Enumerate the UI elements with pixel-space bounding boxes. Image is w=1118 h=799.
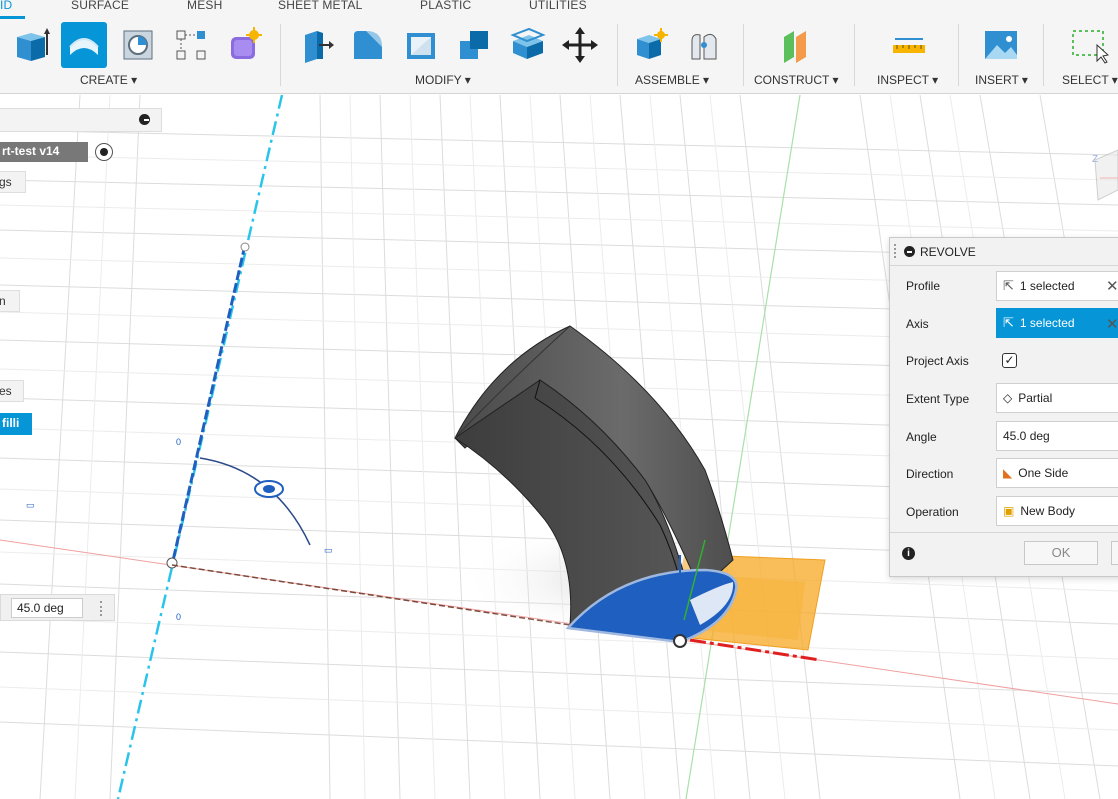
svg-text:Z: Z bbox=[1092, 154, 1098, 165]
offset-face-icon[interactable] bbox=[504, 22, 550, 68]
angle-label: Angle bbox=[906, 430, 937, 444]
one-side-icon: ◣ bbox=[1003, 466, 1013, 480]
inspect-menu[interactable]: INSPECT ▾ bbox=[877, 73, 938, 87]
assemble-menu[interactable]: ASSEMBLE ▾ bbox=[635, 73, 709, 87]
revolve-icon[interactable] bbox=[61, 22, 107, 68]
profile-selection[interactable]: ⇱ 1 selected bbox=[996, 271, 1118, 301]
joint-icon[interactable] bbox=[681, 22, 727, 68]
svg-text:▭: ▭ bbox=[26, 500, 35, 510]
tab-plastic[interactable]: PLASTIC bbox=[420, 0, 471, 12]
clear-axis-icon[interactable]: ✕ bbox=[1106, 315, 1118, 333]
separator bbox=[617, 24, 618, 86]
partial-icon: ◇ bbox=[1003, 391, 1013, 405]
dialog-header[interactable]: REVOLVE bbox=[890, 238, 1118, 266]
project-axis-checkbox[interactable]: ✓ bbox=[1002, 353, 1017, 368]
insert-menu[interactable]: INSERT ▾ bbox=[975, 73, 1028, 87]
svg-text:0: 0 bbox=[176, 612, 181, 622]
workspace-tabs: ID SURFACE MESH SHEET METAL PLASTIC UTIL… bbox=[0, 0, 1118, 19]
z-axis-line bbox=[116, 95, 284, 799]
new-body-icon: ▣ bbox=[1003, 504, 1015, 518]
y-axis-line bbox=[685, 95, 801, 799]
separator bbox=[1043, 24, 1044, 86]
shell-icon[interactable] bbox=[398, 22, 444, 68]
angle-input[interactable]: 45.0 deg bbox=[996, 421, 1118, 451]
measure-icon[interactable] bbox=[886, 22, 932, 68]
activate-radio-icon[interactable] bbox=[95, 143, 113, 161]
combine-icon[interactable] bbox=[451, 22, 497, 68]
select-icon[interactable] bbox=[1066, 22, 1112, 68]
cursor-arrow-icon: ⇱ bbox=[1003, 278, 1014, 293]
select-menu[interactable]: SELECT ▾ bbox=[1062, 73, 1118, 87]
extent-type-label: Extent Type bbox=[906, 392, 970, 406]
more-options-icon[interactable] bbox=[100, 601, 103, 616]
angle-overlay: 45.0 deg bbox=[0, 594, 115, 621]
view-cube: Z bbox=[1092, 149, 1118, 201]
origin-point bbox=[166, 557, 178, 569]
extent-type-dropdown[interactable]: ◇ Partial bbox=[996, 383, 1118, 413]
clear-profile-icon[interactable]: ✕ bbox=[1106, 277, 1118, 295]
modify-menu[interactable]: MODIFY ▾ bbox=[415, 73, 471, 87]
profile-origin bbox=[673, 634, 687, 648]
ok-button[interactable]: OK bbox=[1024, 541, 1098, 565]
fillet-icon[interactable] bbox=[345, 22, 391, 68]
angle-arc bbox=[199, 457, 311, 546]
axis-selection[interactable]: ⇱ 1 selected bbox=[996, 308, 1118, 338]
toolbar: ID SURFACE MESH SHEET METAL PLASTIC UTIL… bbox=[0, 0, 1118, 94]
revolve-dialog: REVOLVE Profile ⇱ 1 selected ✕ Axis ⇱ 1 … bbox=[889, 237, 1118, 577]
cursor-arrow-icon: ⇱ bbox=[1003, 315, 1014, 330]
move-icon[interactable] bbox=[557, 22, 603, 68]
svg-text:0: 0 bbox=[176, 437, 181, 447]
press-pull-icon[interactable] bbox=[292, 22, 338, 68]
separator bbox=[854, 24, 855, 86]
direction-label: Direction bbox=[906, 467, 954, 481]
create-menu[interactable]: CREATE ▾ bbox=[80, 73, 137, 87]
cancel-button[interactable] bbox=[1111, 541, 1118, 565]
operation-label: Operation bbox=[906, 505, 959, 519]
tab-utilities[interactable]: UTILITIES bbox=[529, 0, 587, 12]
axis-label: Axis bbox=[906, 317, 929, 331]
browser-item-settings[interactable]: gs bbox=[0, 171, 26, 193]
separator bbox=[743, 24, 744, 86]
browser-item-selected[interactable]: filli bbox=[0, 413, 32, 435]
construct-menu[interactable]: CONSTRUCT ▾ bbox=[754, 73, 838, 87]
project-axis-label: Project Axis bbox=[906, 354, 969, 368]
hole-icon[interactable] bbox=[115, 22, 161, 68]
separator bbox=[280, 24, 281, 86]
create-form-icon[interactable] bbox=[221, 22, 267, 68]
active-tab-indicator bbox=[0, 16, 25, 19]
operation-dropdown[interactable]: ▣ New Body bbox=[996, 496, 1118, 526]
separator bbox=[958, 24, 959, 86]
profile-label: Profile bbox=[906, 279, 941, 293]
tab-surface[interactable]: SURFACE bbox=[71, 0, 129, 12]
offset-plane-icon[interactable] bbox=[773, 22, 819, 68]
browser-header bbox=[0, 108, 162, 132]
new-component-icon[interactable] bbox=[628, 22, 674, 68]
angle-overlay-input[interactable]: 45.0 deg bbox=[11, 598, 83, 618]
direction-dropdown[interactable]: ◣ One Side bbox=[996, 458, 1118, 488]
browser-item-origin[interactable]: n bbox=[0, 290, 20, 312]
tab-mesh[interactable]: MESH bbox=[187, 0, 222, 12]
axis-endpoint bbox=[240, 242, 250, 252]
insert-image-icon[interactable] bbox=[978, 22, 1024, 68]
svg-text:▭: ▭ bbox=[324, 545, 333, 555]
tab-solid[interactable]: ID bbox=[0, 0, 12, 12]
browser-item-bodies[interactable]: es bbox=[0, 380, 24, 402]
document-node[interactable]: rt-test v14 bbox=[0, 142, 88, 162]
info-icon[interactable]: i bbox=[902, 547, 915, 560]
pattern-icon[interactable] bbox=[168, 22, 214, 68]
dialog-title: REVOLVE bbox=[920, 245, 976, 259]
extrude-icon[interactable] bbox=[8, 22, 54, 68]
tab-sheet-metal[interactable]: SHEET METAL bbox=[278, 0, 362, 12]
